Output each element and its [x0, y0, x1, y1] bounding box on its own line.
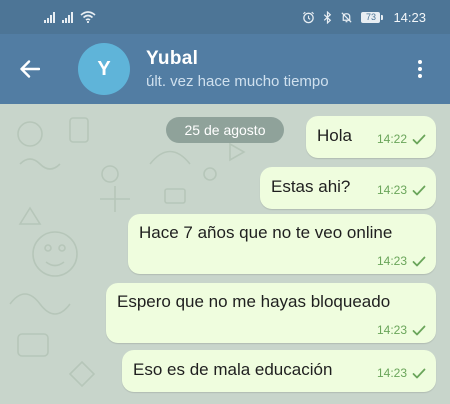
- message-meta: 14:23: [377, 254, 426, 268]
- bluetooth-icon: [324, 10, 332, 24]
- message-time: 14:22: [376, 132, 407, 146]
- more-options-button[interactable]: [402, 34, 438, 104]
- message-bubble[interactable]: Espero que no me hayas bloqueado 14:23: [106, 283, 436, 343]
- message-bubble[interactable]: Eso es de mala educación 14:23: [122, 350, 436, 392]
- back-button[interactable]: [0, 34, 60, 104]
- message-text: Estas ahi?: [271, 177, 351, 196]
- message-time: 14:23: [376, 366, 407, 380]
- status-time: 14:23: [393, 9, 426, 25]
- avatar[interactable]: Y: [78, 43, 130, 95]
- message-time: 14:23: [376, 183, 407, 197]
- back-arrow-icon: [20, 60, 40, 78]
- status-right-icons: 73 14:23: [302, 10, 426, 25]
- message-bubble[interactable]: Hola 14:22: [306, 116, 436, 158]
- contact-info[interactable]: Yubal últ. vez hace mucho tiempo: [146, 48, 402, 90]
- mute-icon: [341, 11, 353, 23]
- signal-icon: [44, 11, 55, 23]
- last-seen-status: últ. vez hace mucho tiempo: [146, 73, 329, 90]
- sent-check-icon: [412, 325, 426, 335]
- message-meta: 14:23: [377, 366, 426, 380]
- message-time: 14:23: [376, 323, 407, 337]
- message-text: Hola: [317, 126, 352, 145]
- message-bubble[interactable]: Estas ahi? 14:23: [260, 167, 436, 209]
- message-text: Hace 7 años que no te veo online: [139, 223, 393, 242]
- status-bar: 73 14:23: [0, 0, 450, 34]
- menu-dot-icon: [418, 67, 422, 71]
- chat-area[interactable]: 25 de agosto Hola 14:22 Estas ahi? 14:23…: [0, 104, 450, 404]
- message-meta: 14:23: [377, 323, 426, 337]
- sent-check-icon: [412, 256, 426, 266]
- menu-dot-icon: [418, 60, 422, 64]
- sent-check-icon: [412, 185, 426, 195]
- chat-header: Y Yubal últ. vez hace mucho tiempo: [0, 34, 450, 104]
- wifi-icon: [80, 11, 96, 23]
- telegram-chat-screen: 73 14:23 Y Yubal últ. vez hace mucho tie…: [0, 0, 450, 404]
- menu-dot-icon: [418, 74, 422, 78]
- message-meta: 14:22: [377, 132, 426, 146]
- contact-name: Yubal: [146, 48, 199, 69]
- alarm-icon: [303, 11, 315, 23]
- message-time: 14:23: [376, 254, 407, 268]
- message-bubble[interactable]: Hace 7 años que no te veo online 14:23: [128, 214, 436, 274]
- sent-check-icon: [412, 134, 426, 144]
- message-meta: 14:23: [377, 183, 426, 197]
- battery-icon: 73: [361, 11, 384, 23]
- message-text: Eso es de mala educación: [133, 360, 333, 379]
- signal-icon: [62, 11, 73, 23]
- status-left-icons: [44, 11, 96, 23]
- message-text: Espero que no me hayas bloqueado: [117, 292, 391, 311]
- sent-check-icon: [412, 368, 426, 378]
- date-separator: 25 de agosto: [166, 117, 284, 143]
